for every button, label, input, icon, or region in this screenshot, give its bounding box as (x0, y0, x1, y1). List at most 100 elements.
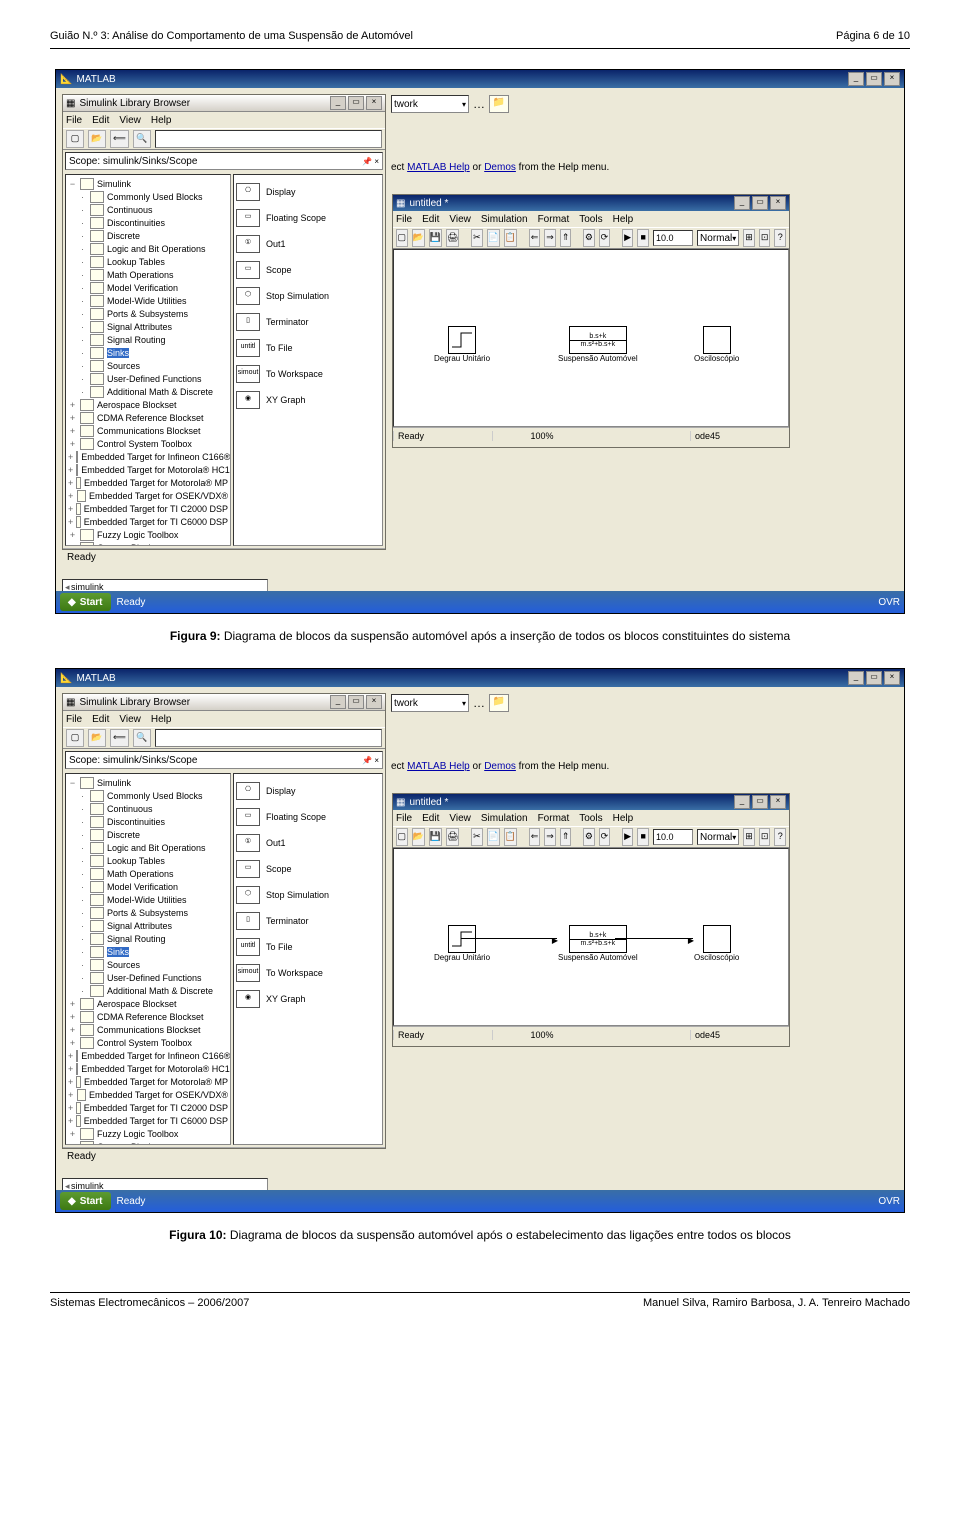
tree-item[interactable]: +Communications Blockset (68, 1023, 228, 1036)
tree-item[interactable]: ·Signal Routing (68, 333, 228, 346)
tree-item[interactable]: +Fuzzy Logic Toolbox (68, 528, 228, 541)
library-tree[interactable]: −Simulink ·Commonly Used Blocks·Continuo… (65, 174, 231, 546)
tree-item[interactable]: +Gauges Blockset (68, 541, 228, 546)
library-tree-2[interactable]: −Simulink ·Commonly Used Blocks·Continuo… (65, 773, 231, 1145)
tree-item[interactable]: ·Continuous (68, 203, 228, 216)
tree-item[interactable]: ·Model Verification (68, 880, 228, 893)
stop-icon[interactable]: ■ (637, 828, 649, 846)
minimize-button[interactable]: _ (848, 72, 864, 86)
sink-item[interactable]: ▭Floating Scope (236, 205, 380, 231)
menu-edit[interactable]: Edit (92, 714, 109, 725)
play-icon[interactable]: ▶ (622, 828, 634, 846)
sim-mode[interactable]: Normal (700, 832, 732, 843)
back-icon[interactable]: ⇐ (529, 229, 541, 247)
lib-close[interactable]: × (366, 695, 382, 709)
sink-item[interactable]: ⬡Stop Simulation (236, 283, 380, 309)
mw-edit[interactable]: Edit (422, 813, 439, 824)
mw-help[interactable]: Help (613, 214, 634, 225)
find-icon[interactable]: 🔍 (133, 130, 151, 148)
tb-extra1-icon[interactable]: ⊞ (743, 229, 755, 247)
tree-item[interactable]: ·Sinks (68, 945, 228, 958)
scope-block[interactable] (703, 925, 731, 953)
tree-item[interactable]: ·Math Operations (68, 867, 228, 880)
step-block[interactable] (448, 326, 476, 354)
tree-item[interactable]: ·Model Verification (68, 281, 228, 294)
tree-item[interactable]: ·Signal Attributes (68, 320, 228, 333)
open-icon[interactable]: 📂 (88, 729, 106, 747)
tree-item[interactable]: ·User-Defined Functions (68, 372, 228, 385)
tree-item[interactable]: +Embedded Target for Infineon C166® (68, 1049, 228, 1062)
start-button[interactable]: ◆ Start (60, 1192, 111, 1210)
mw-help[interactable]: Help (613, 813, 634, 824)
open-model-icon[interactable]: 📂 (412, 229, 425, 247)
workspace-combo[interactable]: twork▾ (391, 694, 469, 712)
tree-item[interactable]: ·Ports & Subsystems (68, 906, 228, 919)
debug-icon[interactable]: ⚙ (583, 828, 595, 846)
tree-item[interactable]: ·Additional Math & Discrete (68, 385, 228, 398)
demos-link[interactable]: Demos (484, 761, 516, 772)
tf-block[interactable]: b.s+k m.s²+b.s+k (569, 925, 627, 953)
sinks-list-2[interactable]: ⎔Display▭Floating Scope①Out1▭Scope⬡Stop … (233, 773, 383, 1145)
tree-item[interactable]: ·Logic and Bit Operations (68, 841, 228, 854)
demos-link[interactable]: Demos (484, 162, 516, 173)
open-model-icon[interactable]: 📂 (412, 828, 425, 846)
menu-view[interactable]: View (119, 714, 141, 725)
model-canvas-2[interactable]: Degrau Unitário b.s+k m.s²+b.s+k Suspens… (393, 848, 789, 1026)
folder-icon[interactable]: 📁 (489, 95, 509, 113)
lib-close[interactable]: × (366, 96, 382, 110)
tree-item[interactable]: ·Additional Math & Discrete (68, 984, 228, 997)
mw-max[interactable]: ▭ (752, 196, 768, 210)
tb-extra1-icon[interactable]: ⊞ (743, 828, 755, 846)
build-icon[interactable]: ⟳ (599, 229, 611, 247)
menu-help[interactable]: Help (151, 714, 172, 725)
tree-item[interactable]: ·Sinks (68, 346, 228, 359)
tree-item[interactable]: ·Lookup Tables (68, 854, 228, 867)
tree-item[interactable]: +Embedded Target for OSEK/VDX® (68, 1088, 228, 1101)
maximize-button[interactable]: ▭ (866, 72, 882, 86)
lib-min[interactable]: _ (330, 695, 346, 709)
mw-sim[interactable]: Simulation (481, 813, 528, 824)
new-icon[interactable]: ▢ (66, 729, 84, 747)
save-icon[interactable]: 💾 (429, 828, 442, 846)
pin-icon[interactable]: 📌 × (362, 756, 379, 765)
sink-item[interactable]: ⎔Display (236, 179, 380, 205)
sink-item[interactable]: simoutTo Workspace (236, 361, 380, 387)
paste-icon[interactable]: 📋 (504, 229, 517, 247)
lib-max[interactable]: ▭ (348, 96, 364, 110)
menu-help[interactable]: Help (151, 115, 172, 126)
sim-mode[interactable]: Normal (700, 233, 732, 244)
menu-view[interactable]: View (119, 115, 141, 126)
open-icon[interactable]: 📂 (88, 130, 106, 148)
tree-item[interactable]: ·Ports & Subsystems (68, 307, 228, 320)
back-icon[interactable]: ⇐ (529, 828, 541, 846)
copy-icon[interactable]: 📄 (487, 828, 500, 846)
sinks-list[interactable]: ⎔Display▭Floating Scope①Out1▭Scope⬡Stop … (233, 174, 383, 546)
close-button[interactable]: × (884, 72, 900, 86)
print-icon[interactable]: 🖨 (446, 828, 459, 846)
tree-item[interactable]: +Embedded Target for TI C6000 DSP (68, 515, 228, 528)
tree-item[interactable]: ·Commonly Used Blocks (68, 789, 228, 802)
sink-item[interactable]: ▯Terminator (236, 309, 380, 335)
sink-item[interactable]: ◉XY Graph (236, 387, 380, 413)
fwd-icon[interactable]: ⇒ (544, 828, 556, 846)
workspace-combo[interactable]: twork ▾ (391, 95, 469, 113)
tree-item[interactable]: +Embedded Target for OSEK/VDX® (68, 489, 228, 502)
tree-item[interactable]: ·Lookup Tables (68, 255, 228, 268)
print-icon[interactable]: 🖨 (446, 229, 459, 247)
scope-block[interactable] (703, 326, 731, 354)
tree-item[interactable]: ·Discontinuities (68, 216, 228, 229)
mw-sim[interactable]: Simulation (481, 214, 528, 225)
sink-item[interactable]: untitlTo File (236, 335, 380, 361)
tree-item[interactable]: +CDMA Reference Blockset (68, 1010, 228, 1023)
tree-item[interactable]: ·Sources (68, 359, 228, 372)
tb-extra2-icon[interactable]: ⊡ (759, 229, 771, 247)
new-model-icon[interactable]: ▢ (396, 229, 408, 247)
search-input[interactable] (155, 729, 382, 747)
help-link[interactable]: MATLAB Help (407, 162, 470, 173)
stop-time-input[interactable] (653, 829, 693, 845)
copy-icon[interactable]: 📄 (487, 229, 500, 247)
model-canvas[interactable]: Degrau Unitário b.s+k m.s²+b.s+k Suspens… (393, 249, 789, 427)
lib-min[interactable]: _ (330, 96, 346, 110)
stop-icon[interactable]: ■ (637, 229, 649, 247)
mw-file[interactable]: File (396, 214, 412, 225)
